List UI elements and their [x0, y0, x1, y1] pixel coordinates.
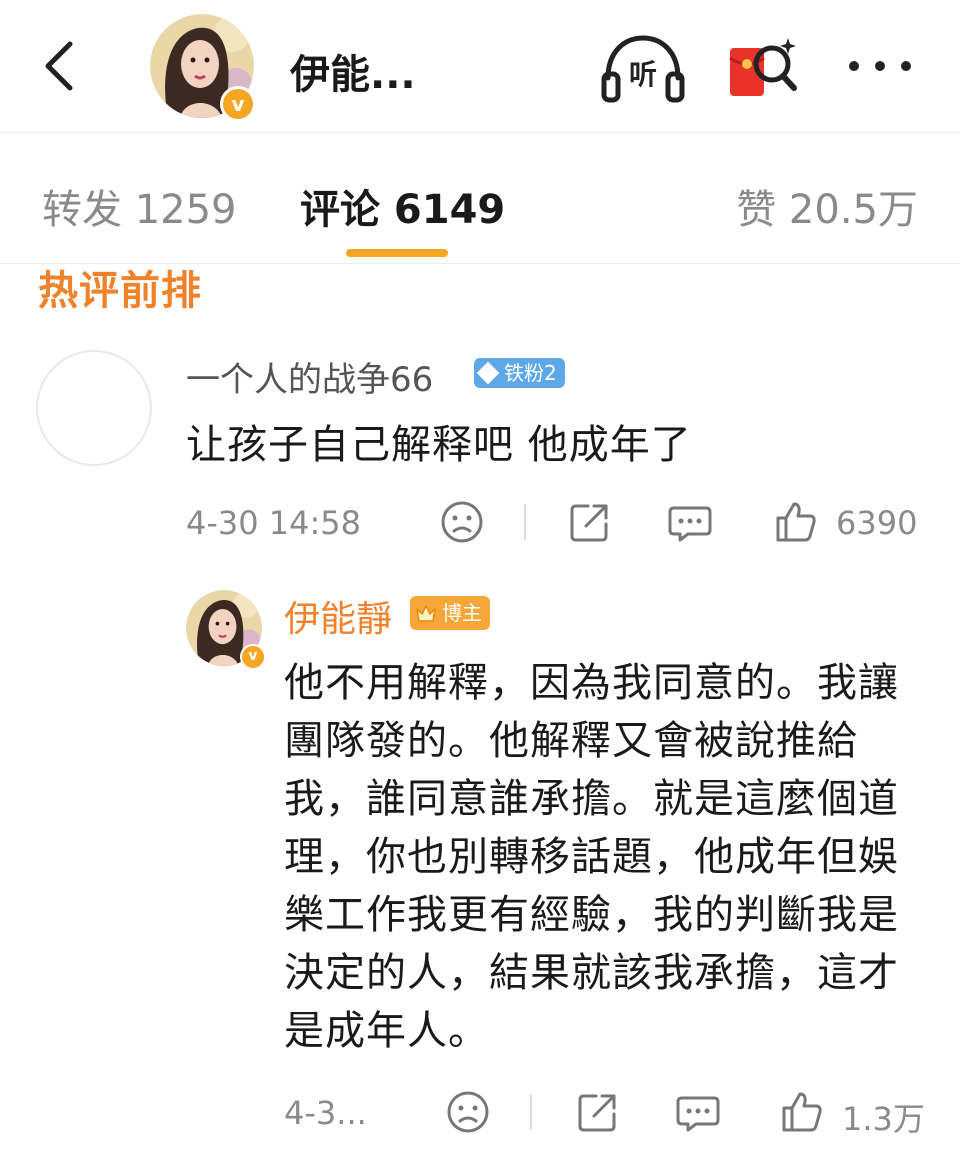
comment-like-count: 6390 — [836, 504, 918, 542]
reply-actions: 4-3... 1.3万 — [0, 1086, 960, 1146]
more-button[interactable] — [840, 46, 920, 86]
crown-icon — [416, 605, 436, 622]
blogger-name[interactable]: 伊能靜 — [284, 590, 392, 642]
reply-like-count: 1.3万 — [842, 1100, 925, 1138]
share-icon[interactable] — [566, 498, 614, 546]
tab-comment[interactable]: 评论 6149 — [300, 177, 505, 235]
sad-face-icon[interactable] — [444, 1088, 492, 1136]
comment-icon[interactable] — [666, 498, 714, 546]
comment-time: 4-30 14:58 — [186, 504, 362, 542]
back-icon — [45, 41, 73, 91]
comment-actions: 4-30 14:58 6390 — [0, 496, 960, 556]
verified-badge: v — [220, 86, 256, 122]
headphones-icon: 听 — [601, 35, 685, 103]
reply-text: 他不用解釋，因為我同意的。我讓團隊發的。他解釋又會被說推給我，誰同意誰承擔。就是… — [284, 660, 899, 1054]
tab-bar: 转发 1259 评论 6149 赞 20.5万 — [0, 133, 960, 263]
commenter-name[interactable]: 一个人的战争66 — [186, 352, 433, 401]
share-icon[interactable] — [574, 1088, 622, 1136]
fan-badge-label: 铁粉2 — [504, 361, 557, 385]
red-packet-search-button[interactable] — [724, 30, 804, 106]
thumbs-up-icon[interactable] — [778, 1088, 826, 1136]
thumbs-up-icon[interactable] — [772, 498, 820, 546]
more-icon — [849, 61, 911, 71]
active-tab-indicator — [346, 249, 448, 257]
action-separator — [524, 504, 526, 540]
verified-badge: v — [240, 644, 266, 670]
comment-icon[interactable] — [674, 1088, 722, 1136]
commenter-avatar[interactable] — [36, 350, 152, 466]
action-separator — [530, 1094, 532, 1130]
listen-button[interactable]: 听 — [598, 30, 688, 106]
sad-face-icon[interactable] — [438, 498, 486, 546]
comment-text: 让孩子自己解释吧 他成年了 — [186, 422, 692, 468]
author-name[interactable]: 伊能... — [290, 42, 416, 100]
tab-like[interactable]: 赞 20.5万 — [736, 177, 918, 235]
hot-comments-title: 热评前排 — [38, 268, 202, 314]
red-packet-search-icon — [729, 38, 797, 96]
blogger-avatar[interactable]: v — [186, 590, 266, 670]
top-bar: v 伊能... 听 — [0, 0, 960, 132]
tab-repost[interactable]: 转发 1259 — [42, 177, 237, 235]
diamond-icon — [476, 361, 500, 385]
fan-badge[interactable]: 铁粉2 — [474, 358, 565, 388]
listen-label: 听 — [629, 58, 657, 91]
reply-time: 4-3... — [284, 1094, 367, 1132]
author-avatar[interactable]: v — [150, 14, 260, 124]
back-button[interactable] — [36, 36, 86, 96]
blogger-badge: 博主 — [410, 596, 490, 630]
blogger-badge-label: 博主 — [442, 601, 482, 625]
